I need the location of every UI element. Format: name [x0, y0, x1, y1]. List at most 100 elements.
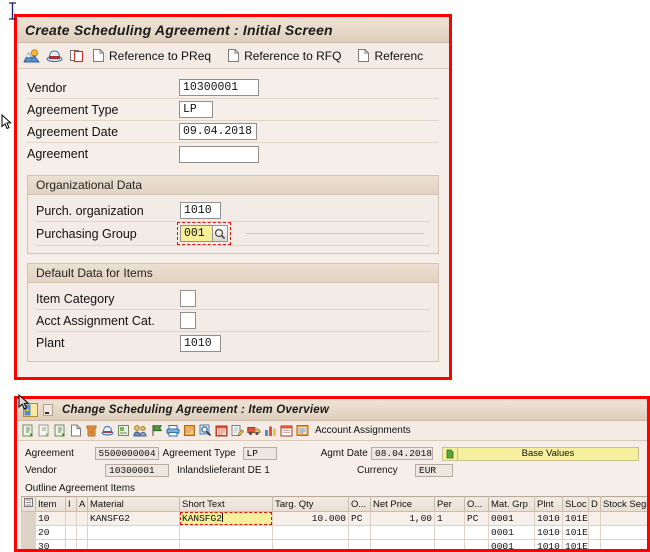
column-header-ou-1[interactable]: O... — [348, 496, 371, 512]
cell-item[interactable]: 10 — [35, 511, 66, 526]
cell-d[interactable] — [588, 539, 601, 549]
cell-plnt[interactable]: 1010 — [534, 525, 563, 540]
acct-assignment-cat-input[interactable] — [180, 312, 196, 329]
copy-window-icon[interactable] — [69, 48, 86, 64]
cell-mat-grp[interactable]: 0001 — [488, 511, 535, 526]
cell-plnt[interactable]: 1010 — [534, 511, 563, 526]
column-header-a[interactable]: A — [76, 496, 88, 512]
cell-targ-qty[interactable] — [272, 539, 349, 549]
cell-stock-segment[interactable] — [600, 511, 647, 526]
agreement-input[interactable] — [179, 145, 259, 163]
column-header-per[interactable]: Per — [434, 496, 465, 512]
column-header-mat-grp[interactable]: Mat. Grp — [488, 496, 535, 512]
cell-net-price[interactable]: 1,00 — [370, 511, 435, 526]
agreement-type-value[interactable]: LP — [242, 447, 277, 460]
display-change-icon[interactable] — [22, 424, 35, 437]
cell-item[interactable]: 20 — [35, 525, 66, 540]
cell-short-text[interactable] — [179, 525, 273, 540]
column-header-net-price[interactable]: Net Price — [370, 496, 435, 512]
toolbar-button-reference-to-rfq[interactable]: Reference to RFQ — [227, 48, 341, 63]
hat-session-icon[interactable] — [46, 48, 63, 64]
statistics-icon[interactable] — [264, 424, 277, 437]
column-header-material[interactable]: Material — [87, 496, 180, 512]
cell-mat-grp[interactable]: 0001 — [488, 539, 535, 549]
row-selector[interactable] — [21, 539, 36, 549]
cell-material[interactable] — [87, 525, 180, 540]
cell-order-unit-1[interactable] — [348, 539, 371, 549]
agmt-date-value[interactable]: 08.04.2018 — [371, 447, 433, 460]
column-header-short-text[interactable]: Short Text — [179, 496, 273, 512]
calendar-icon[interactable] — [280, 424, 293, 437]
purch-organization-input[interactable]: 1010 — [180, 202, 221, 219]
new-document-icon[interactable] — [70, 424, 82, 437]
partners-icon[interactable] — [133, 424, 147, 437]
purchasing-group-input[interactable]: 001 — [180, 225, 213, 242]
cell-stock-segment[interactable] — [600, 525, 647, 540]
column-header-plnt[interactable]: Plnt — [534, 496, 563, 512]
cell-mat-grp[interactable]: 0001 — [488, 525, 535, 540]
cell-short-text[interactable] — [179, 539, 273, 549]
toolbar-button-reference-truncated[interactable]: Referenc — [357, 48, 423, 63]
cell-sloc[interactable]: 101E — [562, 525, 589, 540]
cell-sloc[interactable]: 101E — [562, 511, 589, 526]
cell-order-unit-1[interactable] — [348, 525, 371, 540]
display-change-2-icon[interactable] — [38, 424, 51, 437]
column-header-ou-2[interactable]: O... — [464, 496, 489, 512]
details-icon[interactable] — [117, 424, 130, 437]
cell-sloc[interactable]: 101E — [562, 539, 589, 549]
agreement-number-value[interactable]: 5500000004 — [94, 447, 159, 460]
item-category-input[interactable] — [180, 290, 196, 307]
agreement-date-input[interactable]: 09.04.2018 — [179, 123, 257, 140]
account-assignment-icon[interactable] — [296, 424, 309, 437]
schedule-lines-icon[interactable] — [215, 424, 228, 437]
print-preview-icon[interactable] — [101, 424, 114, 437]
row-selector[interactable] — [21, 525, 36, 540]
column-header-item[interactable]: Item — [35, 496, 66, 512]
cell-plnt[interactable]: 1010 — [534, 539, 563, 549]
cell-order-unit-2[interactable] — [464, 539, 489, 549]
column-header-stock-segment[interactable]: Stock Segment — [600, 496, 647, 512]
cell-a[interactable] — [76, 525, 88, 540]
table-row[interactable]: 20 0001 1010 101E — [21, 525, 647, 540]
plant-input[interactable]: 1010 — [180, 334, 221, 352]
cell-per[interactable] — [434, 525, 465, 540]
find-icon[interactable] — [199, 424, 212, 437]
cell-a[interactable] — [76, 539, 88, 549]
table-row[interactable]: 30 0001 1010 101E — [21, 539, 647, 549]
cell-net-price[interactable] — [370, 525, 435, 540]
cell-targ-qty[interactable]: 10.000 — [272, 511, 349, 526]
column-header-targ-qty[interactable]: Targ. Qty — [272, 496, 349, 512]
vendor-input[interactable]: 10300001 — [179, 79, 259, 96]
cell-stock-segment[interactable] — [600, 539, 647, 549]
cell-i[interactable] — [65, 525, 77, 540]
delivery-schedule-icon[interactable] — [247, 424, 261, 437]
cell-short-text[interactable]: KANSFG2 — [179, 511, 273, 526]
column-header-select-all[interactable] — [21, 496, 36, 512]
cell-material[interactable] — [87, 539, 180, 549]
column-header-d[interactable]: D — [588, 496, 601, 512]
delete-trash-icon[interactable] — [85, 424, 98, 437]
currency-value[interactable]: EUR — [415, 464, 453, 477]
cell-net-price[interactable] — [370, 539, 435, 549]
column-header-sloc[interactable]: SLoc — [562, 496, 589, 512]
search-help-icon[interactable] — [212, 225, 228, 242]
column-header-i[interactable]: I — [65, 496, 77, 512]
cell-targ-qty[interactable] — [272, 525, 349, 540]
cell-order-unit-2[interactable] — [464, 525, 489, 540]
cell-material[interactable]: KANSFG2 — [87, 511, 180, 526]
edit-icon[interactable] — [231, 424, 244, 437]
minimize-icon[interactable] — [43, 403, 53, 416]
cell-order-unit-2[interactable]: PC — [464, 511, 489, 526]
print-icon[interactable] — [166, 424, 180, 437]
toolbar-button-reference-to-preq[interactable]: Reference to PReq — [92, 48, 211, 63]
cell-per[interactable] — [434, 539, 465, 549]
row-selector[interactable] — [21, 511, 36, 526]
cell-per[interactable]: 1 — [434, 511, 465, 526]
account-assignments-label[interactable]: Account Assignments — [315, 425, 411, 436]
display-change-3-icon[interactable] — [54, 424, 67, 437]
overview-mountain-icon[interactable] — [23, 48, 40, 64]
vendor-number-value[interactable]: 10300001 — [105, 464, 169, 477]
cell-d[interactable] — [588, 511, 601, 526]
cell-i[interactable] — [65, 511, 77, 526]
cell-order-unit-1[interactable]: PC — [348, 511, 371, 526]
